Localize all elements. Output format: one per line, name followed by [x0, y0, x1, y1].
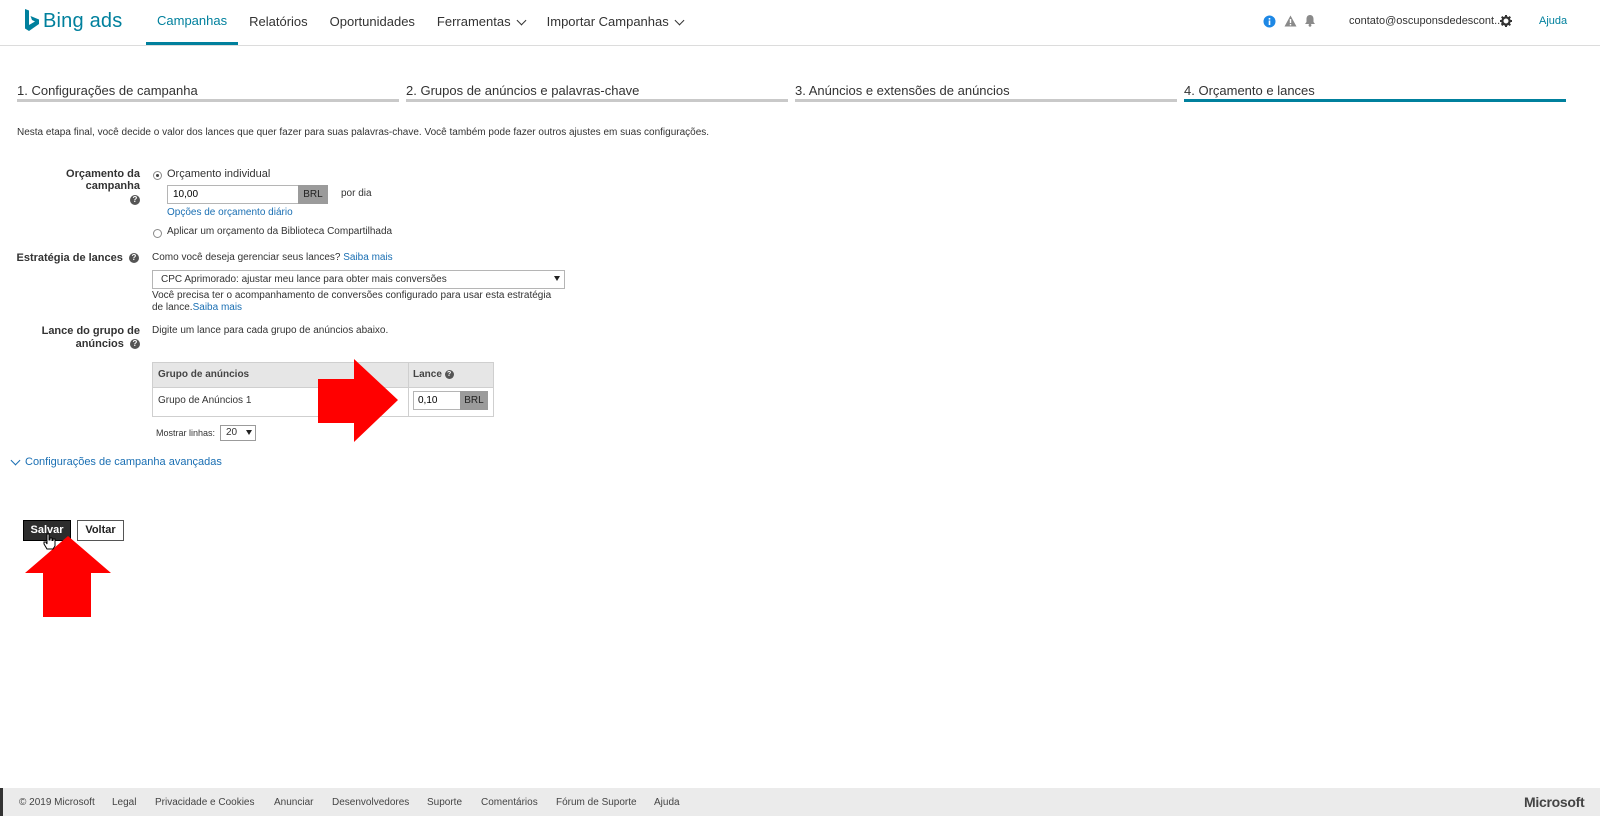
bid-strategy-value: CPC Aprimorado: ajustar meu lance para o… — [161, 274, 447, 285]
step-label: 1. Configurações de campanha — [17, 83, 198, 98]
help-icon[interactable]: ? — [129, 253, 139, 264]
info-icon[interactable] — [1263, 15, 1276, 28]
footer-link-privacy[interactable]: Privacidade e Cookies — [155, 797, 255, 808]
footer-link-support-forum[interactable]: Fórum de Suporte — [556, 797, 637, 808]
step-4[interactable]: 4. Orçamento e lances — [1184, 83, 1566, 102]
step-label: 2. Grupos de anúncios e palavras-chave — [406, 83, 640, 98]
learn-more-link[interactable]: Saiba mais — [193, 302, 242, 313]
red-arrow-up-annotation — [25, 536, 111, 617]
chevron-down-icon — [674, 15, 685, 25]
hand-cursor-icon — [43, 533, 56, 550]
step-1[interactable]: 1. Configurações de campanha — [17, 83, 399, 102]
nav-label: Relatórios — [249, 14, 308, 29]
step-2[interactable]: 2. Grupos de anúncios e palavras-chave — [406, 83, 788, 102]
account-email[interactable]: contato@oscuponsdedescont... — [1349, 15, 1503, 27]
bid-input[interactable] — [413, 391, 461, 410]
microsoft-logo: Microsoft — [1524, 794, 1585, 810]
radio-individual-budget[interactable] — [153, 171, 162, 180]
nav-importar-campanhas[interactable]: Importar Campanhas — [536, 0, 694, 44]
bing-ads-logo[interactable]: Bing ads — [24, 9, 122, 33]
budget-currency: BRL — [298, 185, 328, 204]
chevron-down-icon — [516, 15, 527, 25]
learn-more-link[interactable]: Saiba mais — [343, 252, 392, 263]
help-icon[interactable]: ? — [444, 369, 454, 379]
footer: © 2019 Microsoft Legal Privacidade e Coo… — [0, 788, 1600, 816]
intro-text: Nesta etapa final, você decide o valor d… — [17, 127, 710, 138]
step-label: 3. Anúncios e extensões de anúncios — [795, 83, 1010, 98]
gear-icon[interactable] — [1500, 15, 1512, 27]
bid-note-line2: de lance. — [152, 302, 193, 313]
show-rows-label: Mostrar linhas: — [156, 428, 216, 438]
footer-link-feedback[interactable]: Comentários — [481, 797, 538, 808]
bid-currency: BRL — [460, 391, 488, 410]
nav-ferramentas[interactable]: Ferramentas — [426, 0, 536, 44]
bid-strategy-label-text: Estratégia de lances — [16, 252, 123, 264]
footer-link-legal[interactable]: Legal — [112, 797, 136, 808]
adgroup-bid-instruction: Digite um lance para cada grupo de anúnc… — [152, 325, 389, 336]
radio-shared-budget[interactable] — [153, 229, 162, 238]
adgroup-bid-label-line2: anúncios — [75, 338, 124, 350]
adgroup-bid-label-line1: Lance do grupo de — [41, 325, 140, 337]
rows-per-page-select[interactable]: 20 — [220, 425, 256, 441]
help-icon[interactable]: ? — [130, 339, 140, 350]
column-header-bid[interactable]: Lance ? — [413, 369, 454, 380]
bid-strategy-note: Você precisa ter o acompanhamento de con… — [152, 290, 572, 314]
shared-budget-label: Aplicar um orçamento da Biblioteca Compa… — [167, 226, 393, 237]
footer-link-support[interactable]: Suporte — [427, 797, 462, 808]
chevron-down-icon — [10, 455, 21, 466]
dropdown-caret-icon — [246, 430, 252, 435]
footer-link-advertise[interactable]: Anunciar — [274, 797, 313, 808]
nav-relatorios[interactable]: Relatórios — [238, 0, 319, 44]
nav-campanhas[interactable]: Campanhas — [146, 0, 239, 45]
brand-name: Bing ads — [43, 9, 123, 32]
help-icon[interactable]: ? — [130, 195, 140, 205]
advanced-settings-label: Configurações de campanha avançadas — [25, 456, 222, 468]
nav-label: Ferramentas — [436, 14, 511, 29]
individual-budget-label: Orçamento individual — [167, 168, 271, 180]
bell-icon[interactable] — [1304, 14, 1316, 27]
per-day-label: por dia — [341, 188, 372, 199]
daily-budget-options-link[interactable]: Opções de orçamento diário — [167, 207, 293, 218]
nav-label: Oportunidades — [329, 14, 415, 29]
daily-budget-input[interactable] — [167, 185, 299, 204]
footer-link-help[interactable]: Ajuda — [654, 797, 680, 808]
nav-label: Importar Campanhas — [546, 14, 669, 29]
footer-link-developers[interactable]: Desenvolvedores — [332, 797, 409, 808]
budget-label-text: Orçamento da campanha — [66, 168, 140, 192]
bid-strategy-label: Estratégia de lances ? — [10, 252, 139, 264]
column-header-bid-text: Lance — [413, 369, 442, 380]
top-nav: Bing ads Campanhas Relatórios Oportunida… — [0, 0, 1600, 46]
bid-note-line1: Você precisa ter o acompanhamento de con… — [152, 290, 552, 301]
dropdown-caret-icon — [554, 276, 560, 281]
column-divider — [408, 363, 409, 416]
column-header-adgroup[interactable]: Grupo de anúncios — [158, 369, 249, 380]
main-menu: Campanhas Relatórios Oportunidades Ferra… — [146, 0, 694, 46]
step-label: 4. Orçamento e lances — [1184, 83, 1315, 98]
bid-question-text: Como você deseja gerenciar seus lances? — [152, 252, 341, 263]
warning-icon[interactable] — [1284, 15, 1297, 27]
help-link[interactable]: Ajuda — [1539, 15, 1567, 27]
adgroup-bid-label: Lance do grupo de anúncios ? — [10, 325, 140, 351]
bid-question: Como você deseja gerenciar seus lances? … — [152, 252, 393, 263]
rows-per-page-value: 20 — [226, 427, 238, 438]
red-arrow-right-annotation — [318, 359, 398, 442]
nav-oportunidades[interactable]: Oportunidades — [319, 0, 426, 44]
adgroup-name-cell: Grupo de Anúncios 1 — [158, 395, 252, 406]
bing-b-icon — [25, 9, 39, 31]
nav-label: Campanhas — [157, 13, 228, 28]
budget-label: Orçamento da campanha ? — [10, 168, 140, 205]
step-3[interactable]: 3. Anúncios e extensões de anúncios — [795, 83, 1177, 102]
footer-copyright: © 2019 Microsoft — [19, 797, 95, 808]
advanced-settings-toggle[interactable]: Configurações de campanha avançadas — [10, 455, 222, 468]
bid-strategy-select[interactable]: CPC Aprimorado: ajustar meu lance para o… — [152, 270, 565, 289]
